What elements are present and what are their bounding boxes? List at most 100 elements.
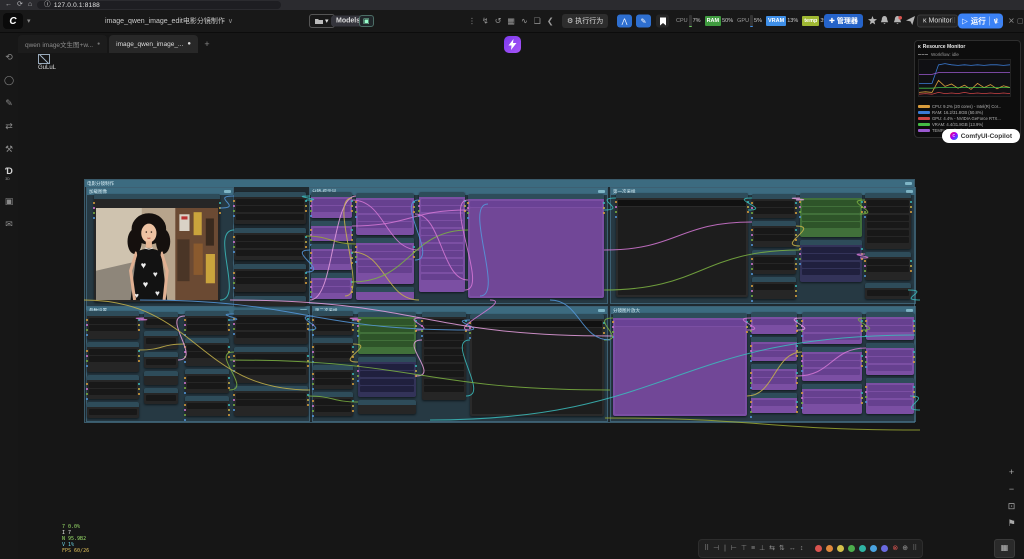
align-center-h-icon[interactable]: ∣ bbox=[723, 541, 727, 556]
node-p-56[interactable] bbox=[802, 384, 862, 414]
fit-view-button[interactable]: ⊡ bbox=[1005, 500, 1018, 512]
node-p-7[interactable] bbox=[311, 244, 352, 270]
node-p-9[interactable] bbox=[356, 193, 414, 235]
copilot-button[interactable]: c ComfyUI-Copilot bbox=[942, 129, 1020, 143]
node-d-3[interactable] bbox=[234, 264, 306, 292]
node-d-41[interactable] bbox=[313, 338, 353, 362]
new-tab-button[interactable]: + bbox=[200, 37, 214, 51]
node-d-34[interactable] bbox=[185, 338, 229, 366]
node-d-43[interactable] bbox=[313, 392, 353, 416]
node-d-37[interactable] bbox=[234, 310, 308, 344]
node-library-icon[interactable]: ✎ bbox=[5, 98, 13, 108]
node-g-19[interactable] bbox=[800, 193, 862, 237]
node-d-39[interactable] bbox=[234, 386, 308, 416]
node-d-38[interactable] bbox=[234, 347, 308, 383]
workflow-title[interactable]: image_qwen_image_edit电影分镜制作∨ bbox=[105, 16, 233, 26]
node-d-21[interactable] bbox=[865, 193, 911, 249]
drag-handle-icon[interactable]: ⠿ bbox=[704, 541, 709, 556]
queue-icon[interactable]: ◯ bbox=[4, 75, 14, 85]
drag-handle-icon[interactable]: ⠿ bbox=[912, 541, 917, 556]
history-icon[interactable]: ↺ bbox=[495, 17, 502, 26]
logo-menu-caret-icon[interactable]: ▾ bbox=[27, 17, 31, 25]
distribute-h-icon[interactable]: ⇆ bbox=[769, 541, 775, 556]
node-n-45[interactable] bbox=[358, 357, 416, 397]
templates-icon[interactable]: ⚒ bbox=[5, 144, 13, 154]
node-color-swatch-1[interactable] bbox=[826, 545, 833, 552]
node-p-6[interactable] bbox=[311, 221, 352, 241]
distribute-v-icon[interactable]: ⇅ bbox=[779, 541, 785, 556]
node-p-50[interactable] bbox=[751, 312, 797, 334]
node-p-51[interactable] bbox=[751, 337, 797, 361]
unsaved-dot-icon[interactable]: ● bbox=[187, 41, 191, 47]
crosshair-icon[interactable]: ⊕ bbox=[902, 541, 908, 556]
node-d-17[interactable] bbox=[752, 250, 796, 274]
minimap-button[interactable]: ▦ bbox=[994, 539, 1015, 558]
back-icon[interactable]: ← bbox=[5, 0, 12, 10]
address-bar[interactable]: ⓘ 127.0.0.1:8188 bbox=[37, 1, 281, 9]
node-d-2[interactable] bbox=[234, 228, 306, 260]
node-p-58[interactable] bbox=[866, 343, 914, 375]
node-d-24[interactable] bbox=[87, 311, 139, 339]
node-p-11[interactable] bbox=[356, 287, 414, 300]
quick-action-floating-button[interactable] bbox=[504, 36, 521, 53]
node-link-icon[interactable]: ↯ bbox=[482, 17, 489, 26]
node-p-5[interactable] bbox=[311, 192, 352, 218]
node-color-swatch-6[interactable] bbox=[881, 545, 888, 552]
manager-button[interactable]: ✚管理器 bbox=[824, 14, 863, 28]
comfyui-logo[interactable]: C bbox=[3, 13, 23, 29]
node-p-54[interactable] bbox=[802, 312, 862, 344]
node-p-10[interactable] bbox=[356, 238, 414, 284]
zoom-out-button[interactable]: − bbox=[1005, 483, 1018, 495]
gallery-icon[interactable]: ▣ bbox=[5, 196, 14, 206]
node-canvas[interactable]: 电影分镜制作加载图像分镜-提示词第一次采样参数设置第二次采样分镜图片放大 ♥ ♥… bbox=[18, 32, 1024, 559]
grid-view-icon[interactable]: ▦ bbox=[507, 17, 515, 26]
node-color-swatch-5[interactable] bbox=[870, 545, 877, 552]
align-left-icon[interactable]: ⊣ bbox=[713, 541, 719, 556]
unsaved-dot-icon[interactable]: ● bbox=[97, 41, 100, 47]
more-vertical-icon[interactable]: ⋮ bbox=[468, 17, 476, 26]
site-info-icon[interactable]: ⓘ bbox=[44, 0, 51, 10]
crystools-monitor-toggle[interactable]: ✎ bbox=[636, 15, 651, 28]
share-icon[interactable] bbox=[906, 12, 915, 30]
node-d-47[interactable] bbox=[422, 312, 466, 400]
drag-handle-icon[interactable]: ⠿ bbox=[951, 17, 956, 25]
node-d-27[interactable] bbox=[87, 402, 139, 418]
node-d-26[interactable] bbox=[87, 375, 139, 399]
node-d-16[interactable] bbox=[752, 221, 796, 247]
node-n-20[interactable] bbox=[800, 240, 862, 282]
execution-behavior-button[interactable]: ⚙执行行为 bbox=[562, 14, 608, 28]
zoom-in-button[interactable]: + bbox=[1005, 466, 1018, 478]
collapse-icon[interactable]: ❮ bbox=[547, 17, 554, 26]
node-d-36[interactable] bbox=[185, 396, 229, 416]
crystools-progress-toggle[interactable]: ⋀ bbox=[617, 15, 632, 28]
node-D-14[interactable] bbox=[616, 193, 748, 297]
node-d-35[interactable] bbox=[185, 369, 229, 393]
node-p-55[interactable] bbox=[802, 347, 862, 381]
bookmark-button[interactable] bbox=[656, 15, 669, 28]
workflow-tab-1[interactable]: image_qwen_image_...● bbox=[109, 35, 198, 53]
panel-icon[interactable]: ❏ bbox=[534, 17, 541, 26]
stepper-arrows[interactable]: ⌃⌄ bbox=[1000, 18, 1003, 24]
bell-badge-icon[interactable] bbox=[893, 12, 902, 30]
node-p-52[interactable] bbox=[751, 364, 797, 390]
batch-count-stepper[interactable]: 1 ⌃⌄ bbox=[995, 18, 1003, 25]
node-img-0[interactable]: ♥ ♥ ♥ ♥ ♥ bbox=[94, 194, 220, 302]
node-d-1[interactable] bbox=[234, 192, 306, 224]
node-p-57[interactable] bbox=[866, 312, 914, 340]
align-right-icon[interactable]: ⊢ bbox=[731, 541, 737, 556]
node-d-18[interactable] bbox=[752, 277, 796, 299]
home-icon[interactable]: ⌂ bbox=[28, 0, 32, 10]
model-library-icon[interactable]: ⇄ bbox=[5, 121, 13, 131]
stretch-v-icon[interactable]: ↕ bbox=[800, 541, 804, 556]
node-d-15[interactable] bbox=[752, 194, 796, 218]
node-d-30[interactable] bbox=[144, 352, 178, 368]
workflow-tab-0[interactable]: qwen image文生图+w...● bbox=[18, 35, 107, 53]
node-d-31[interactable] bbox=[144, 371, 178, 385]
outputs-icon[interactable]: ✉ bbox=[5, 219, 13, 229]
node-d-42[interactable] bbox=[313, 365, 353, 389]
clear-queue-button[interactable]: ✕ bbox=[1008, 17, 1015, 26]
node-P-13[interactable] bbox=[468, 194, 604, 298]
node-d-29[interactable] bbox=[144, 331, 178, 349]
node-D-48[interactable] bbox=[470, 314, 604, 416]
node-color-swatch-0[interactable] bbox=[815, 545, 822, 552]
